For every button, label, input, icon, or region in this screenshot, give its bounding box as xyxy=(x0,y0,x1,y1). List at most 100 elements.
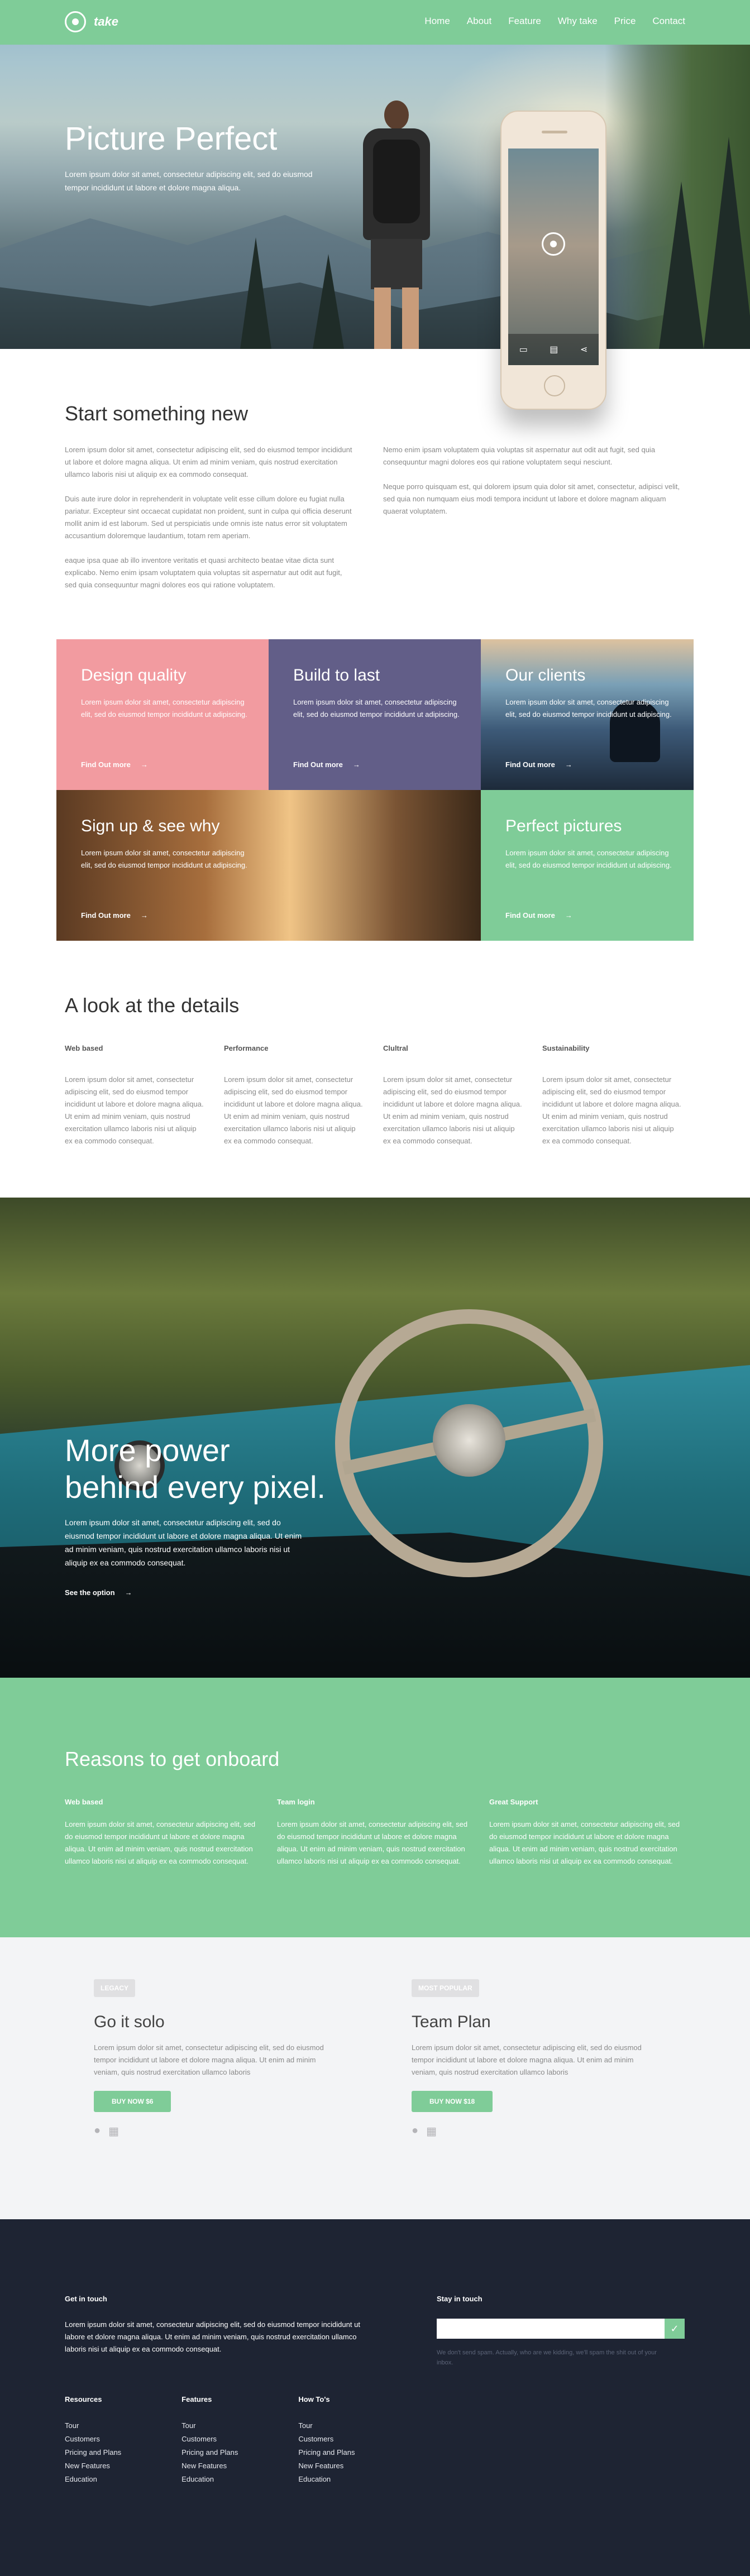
intro-paragraph: Nemo enim ipsam voluptatem quia voluptas… xyxy=(383,446,656,466)
footer-link[interactable]: Customers xyxy=(298,2433,355,2446)
see-option-link[interactable]: See the option → xyxy=(65,1588,132,1597)
plan-solo: LEGACY Go it solo Lorem ipsum dolor sit … xyxy=(94,1979,340,2138)
reason-item: Great Support Lorem ipsum dolor sit amet,… xyxy=(489,1798,682,1868)
detail-item: Clultral Lorem ipsum dolor sit amet, cons… xyxy=(383,1044,523,1147)
power-title: More power behind every pixel. xyxy=(65,1433,326,1505)
nav-item-about[interactable]: About xyxy=(467,16,491,27)
reason-text: Lorem ipsum dolor sit amet, consectetur … xyxy=(489,1820,680,1865)
share-icon: ⋖ xyxy=(580,345,588,355)
detail-text: Lorem ipsum dolor sit amet, consectetur … xyxy=(224,1075,363,1145)
nav-item-why-take[interactable]: Why take xyxy=(558,16,598,27)
document-icon: ▤ xyxy=(550,345,558,355)
plan-badge: MOST POPULAR xyxy=(412,1979,479,1997)
plan-title: Go it solo xyxy=(94,2013,165,2031)
email-input[interactable] xyxy=(437,2319,665,2339)
tile-title: Design quality xyxy=(81,666,187,684)
footer-link[interactable]: Tour xyxy=(298,2419,355,2433)
buy-now-button[interactable]: BUY NOW $18 xyxy=(412,2091,493,2112)
footer-column-how-tos: How To's Tour Customers Pricing and Plan… xyxy=(298,2395,355,2486)
hero-title: Picture Perfect xyxy=(65,121,278,157)
footer-link[interactable]: Education xyxy=(298,2473,355,2486)
tile-title: Sign up & see why xyxy=(81,817,220,835)
intro-left-column: Lorem ipsum dolor sit amet, consectetur … xyxy=(65,444,355,604)
arrow-right-icon: → xyxy=(565,760,572,769)
footer-link[interactable]: Customers xyxy=(181,2433,238,2446)
footer-link[interactable]: New Features xyxy=(298,2459,355,2473)
footer-link[interactable]: Pricing and Plans xyxy=(298,2446,355,2459)
newsletter-form: ✓ xyxy=(437,2319,688,2339)
reason-heading: Great Support xyxy=(489,1798,538,1806)
footer-link[interactable]: Pricing and Plans xyxy=(65,2446,121,2459)
reason-item: Web based Lorem ipsum dolor sit amet, con… xyxy=(65,1798,257,1868)
tree-icon xyxy=(659,181,704,349)
footer-link[interactable]: Tour xyxy=(65,2419,121,2433)
footer-link[interactable]: Tour xyxy=(181,2419,238,2433)
reasons-grid: Web based Lorem ipsum dolor sit amet, con… xyxy=(65,1798,682,1868)
intro-right-column: Nemo enim ipsam voluptatem quia voluptas… xyxy=(383,444,685,530)
footer-link[interactable]: Education xyxy=(181,2473,238,2486)
arrow-right-icon: → xyxy=(352,760,360,769)
intro-paragraph: Neque porro quisquam est, qui dolorem ip… xyxy=(383,482,680,515)
windows-icon: ▦ xyxy=(426,2125,437,2138)
hero-hiker-image xyxy=(357,100,436,349)
footer-link[interactable]: Education xyxy=(65,2473,121,2486)
footer-link[interactable]: Pricing and Plans xyxy=(181,2446,238,2459)
details-section: A look at the details Web based Lorem ips… xyxy=(0,941,750,1198)
tile-perfect-pictures: Perfect pictures Lorem ipsum dolor sit a… xyxy=(481,790,694,941)
footer-link[interactable]: New Features xyxy=(181,2459,238,2473)
play-icon[interactable] xyxy=(542,232,565,256)
phone-toolbar: ▭ ▤ ⋖ xyxy=(508,334,599,365)
tile-design-quality: Design quality Lorem ipsum dolor sit ame… xyxy=(56,639,269,790)
footer-heading: Stay in touch xyxy=(437,2295,483,2303)
reasons-section: Reasons to get onboard Web based Lorem ip… xyxy=(0,1678,750,1937)
footer-column-features: Features Tour Customers Pricing and Plan… xyxy=(181,2395,238,2486)
footer-heading: Get in touch xyxy=(65,2295,107,2303)
nav-item-feature[interactable]: Feature xyxy=(508,16,541,27)
reasons-title: Reasons to get onboard xyxy=(65,1747,280,1770)
arrow-right-icon: → xyxy=(140,760,148,769)
brand-logo[interactable]: take xyxy=(65,11,118,32)
arrow-right-icon: → xyxy=(125,1588,132,1597)
reason-heading: Team login xyxy=(277,1798,315,1806)
intro-title: Start something new xyxy=(65,402,249,425)
reason-item: Team login Lorem ipsum dolor sit amet, co… xyxy=(277,1798,470,1868)
find-out-more-link[interactable]: Find Out more → xyxy=(81,760,148,769)
footer-link[interactable]: New Features xyxy=(65,2459,121,2473)
submit-check-icon[interactable]: ✓ xyxy=(665,2319,685,2339)
spam-note: We don't send spam. Actually, who are we… xyxy=(437,2349,657,2366)
plan-text: Lorem ipsum dolor sit amet, consectetur … xyxy=(94,2043,324,2076)
nav-item-contact[interactable]: Contact xyxy=(652,16,685,27)
detail-item: Web based Lorem ipsum dolor sit amet, con… xyxy=(65,1044,204,1147)
tree-icon xyxy=(313,254,344,349)
footer: Get in touch Lorem ipsum dolor sit amet,… xyxy=(0,2219,750,2576)
nav-item-home[interactable]: Home xyxy=(424,16,450,27)
detail-text: Lorem ipsum dolor sit amet, consectetur … xyxy=(542,1075,681,1145)
footer-link[interactable]: Customers xyxy=(65,2433,121,2446)
get-in-touch: Get in touch Lorem ipsum dolor sit amet,… xyxy=(65,2295,378,2355)
reason-heading: Web based xyxy=(65,1798,103,1806)
tile-text: Lorem ipsum dolor sit amet, consectetur … xyxy=(81,849,247,869)
tree-icon xyxy=(240,237,271,349)
brand-name: take xyxy=(94,15,119,28)
find-out-more-link[interactable]: Find Out more → xyxy=(81,911,148,920)
windows-icon: ▦ xyxy=(108,2125,119,2138)
detail-item: Sustainability Lorem ipsum dolor sit amet… xyxy=(542,1044,682,1147)
arrow-right-icon: → xyxy=(565,911,572,920)
tree-icon xyxy=(704,137,750,349)
intro-paragraph: Lorem ipsum dolor sit amet, consectetur … xyxy=(65,446,352,478)
plan-team: MOST POPULAR Team Plan Lorem ipsum dolor… xyxy=(412,1979,657,2138)
home-button-icon xyxy=(544,375,565,396)
power-section: More power behind every pixel. Lorem ipsu… xyxy=(0,1198,750,1678)
buy-now-button[interactable]: BUY NOW $6 xyxy=(94,2091,171,2112)
nav-item-price[interactable]: Price xyxy=(614,16,636,27)
find-out-more-link[interactable]: Find Out more → xyxy=(505,760,572,769)
find-out-more-link[interactable]: Find Out more → xyxy=(293,760,360,769)
detail-text: Lorem ipsum dolor sit amet, consectetur … xyxy=(383,1075,522,1145)
footer-text: Lorem ipsum dolor sit amet, consectetur … xyxy=(65,2320,360,2353)
pricing-section: LEGACY Go it solo Lorem ipsum dolor sit … xyxy=(0,1937,750,2219)
tile-title: Our clients xyxy=(505,666,586,684)
detail-heading: Web based xyxy=(65,1044,103,1052)
details-title: A look at the details xyxy=(65,994,240,1017)
find-out-more-link[interactable]: Find Out more → xyxy=(505,911,572,920)
reason-text: Lorem ipsum dolor sit amet, consectetur … xyxy=(277,1820,468,1865)
